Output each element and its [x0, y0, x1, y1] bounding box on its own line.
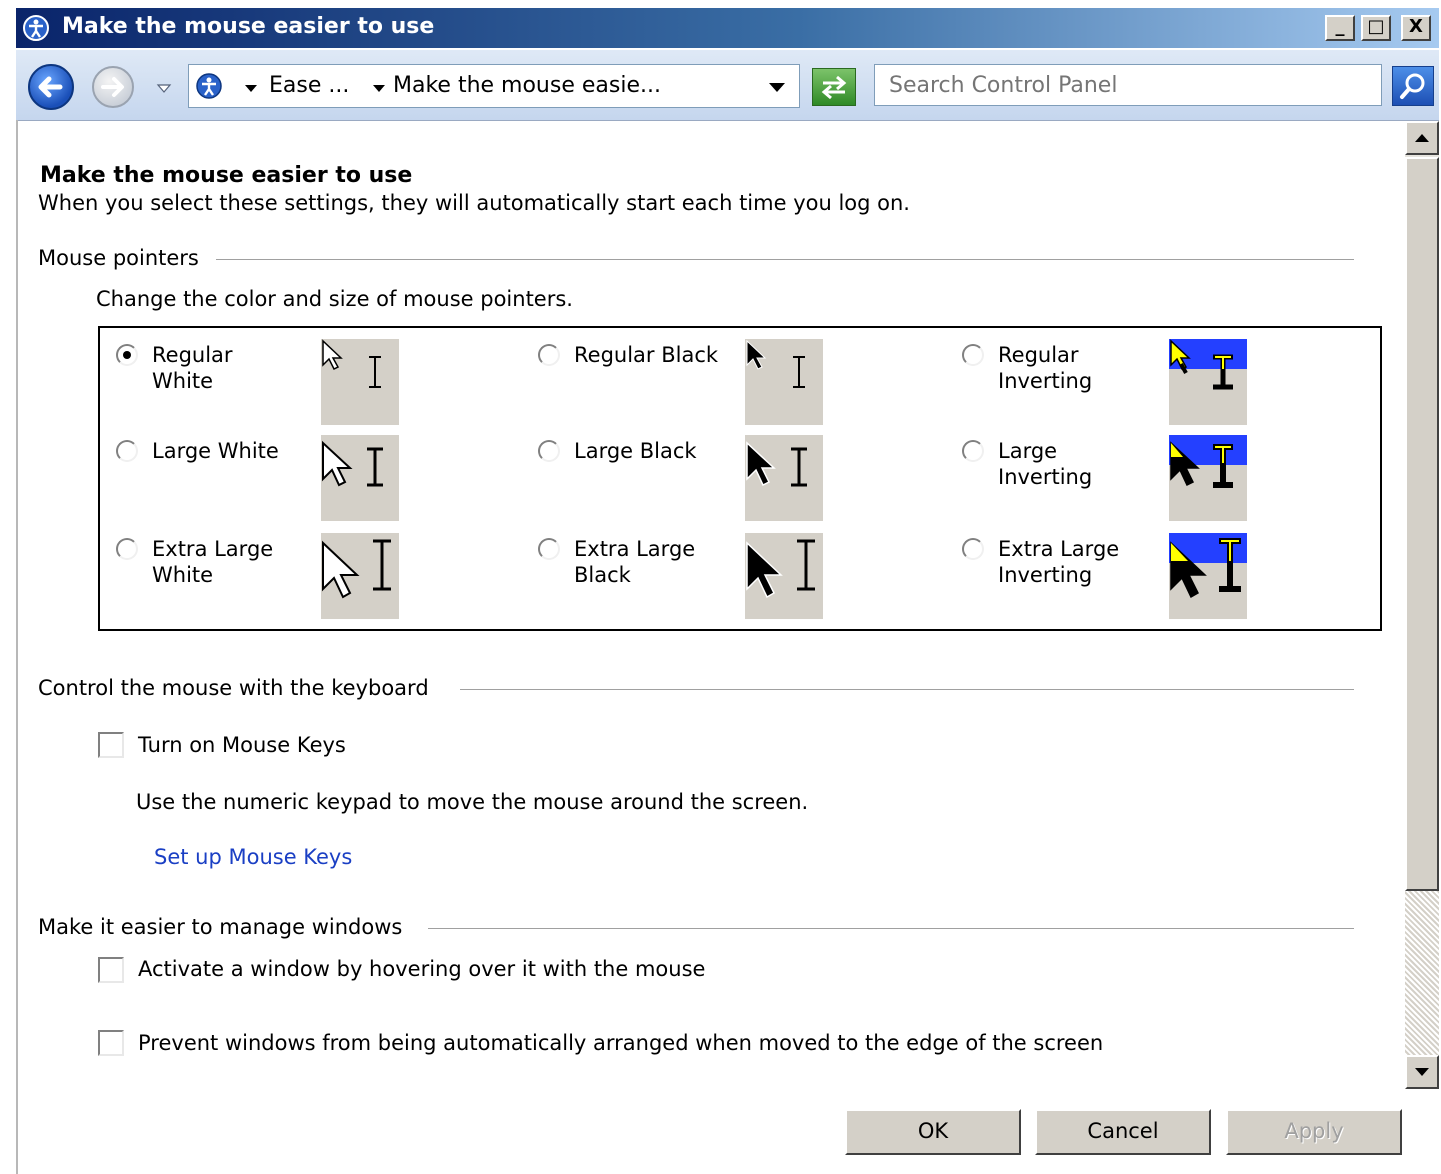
- inverting-pointer-icon: [1170, 441, 1233, 488]
- radio-extra-large-inverting[interactable]: [962, 538, 984, 560]
- option-label: Extra Large Black: [574, 537, 696, 587]
- back-arrow-icon: [38, 76, 63, 98]
- breadcrumb-separator-icon[interactable]: [245, 85, 257, 92]
- search-box[interactable]: [874, 64, 1382, 106]
- preview-regular-inverting: [1169, 339, 1247, 425]
- scroll-down-arrow-icon: [1415, 1068, 1429, 1076]
- radio-large-white[interactable]: [116, 440, 138, 462]
- ease-of-access-icon: [23, 15, 49, 41]
- refresh-button[interactable]: [812, 68, 856, 106]
- search-icon: [1400, 73, 1425, 99]
- prevent-arrange-label[interactable]: Prevent windows from being automatically…: [138, 1031, 1103, 1055]
- page-title: Make the mouse easier to use: [40, 163, 413, 188]
- breadcrumb-separator-icon[interactable]: [373, 85, 385, 92]
- option-label: Large White: [152, 439, 279, 463]
- preview-extra-large-inverting: [1169, 533, 1247, 619]
- inverting-pointer-icon: [1170, 339, 1233, 390]
- checkbox-mouse-keys[interactable]: [98, 732, 124, 758]
- preview-regular-white: [321, 339, 399, 425]
- navigation-bar: Ease ... Make the mouse easie...: [16, 50, 1439, 121]
- window-title: Make the mouse easier to use: [62, 14, 435, 39]
- radio-large-inverting[interactable]: [962, 440, 984, 462]
- search-input[interactable]: [875, 65, 1381, 105]
- option-label: Extra Large White: [152, 537, 274, 587]
- radio-extra-large-white[interactable]: [116, 538, 138, 560]
- refresh-icon: [821, 75, 847, 100]
- radio-extra-large-black[interactable]: [538, 538, 560, 560]
- preview-large-inverting: [1169, 435, 1247, 521]
- section-divider: [428, 928, 1354, 929]
- title-bar[interactable]: Make the mouse easier to use _ □ X: [16, 8, 1439, 48]
- preview-large-white: [321, 435, 399, 521]
- section-divider: [216, 259, 1354, 260]
- address-dropdown-icon[interactable]: [769, 83, 785, 92]
- option-label: Extra Large Inverting: [998, 537, 1120, 587]
- radio-large-black[interactable]: [538, 440, 560, 462]
- recent-pages-dropdown-icon[interactable]: [156, 80, 172, 96]
- preview-extra-large-white: [321, 533, 399, 619]
- forward-arrow-icon: [101, 77, 124, 97]
- section-heading-keyboard: Control the mouse with the keyboard: [38, 676, 429, 700]
- inverting-pointer-icon: [1170, 538, 1241, 599]
- vertical-scrollbar[interactable]: [1405, 121, 1439, 1089]
- white-pointer-icon: [322, 539, 391, 599]
- section-heading-mouse-pointers: Mouse pointers: [38, 246, 199, 270]
- option-label: Large Black: [574, 439, 697, 463]
- address-bar[interactable]: Ease ... Make the mouse easie...: [188, 64, 800, 108]
- mouse-keys-label[interactable]: Turn on Mouse Keys: [138, 733, 346, 757]
- setup-mouse-keys-link[interactable]: Set up Mouse Keys: [154, 845, 352, 869]
- back-button[interactable]: [28, 64, 74, 110]
- option-label: Large Inverting: [998, 439, 1093, 489]
- option-label: Regular Black: [574, 343, 719, 367]
- breadcrumb-current-page[interactable]: Make the mouse easie...: [393, 73, 661, 98]
- breadcrumb-ease-of-access[interactable]: Ease ...: [269, 73, 349, 98]
- mouse-pointers-description: Change the color and size of mouse point…: [96, 287, 573, 311]
- preview-extra-large-black: [745, 533, 823, 619]
- preview-large-black: [745, 435, 823, 521]
- black-pointer-icon: [746, 441, 807, 487]
- radio-regular-inverting[interactable]: [962, 344, 984, 366]
- scroll-track[interactable]: [1405, 891, 1439, 1055]
- cancel-button[interactable]: Cancel: [1035, 1109, 1211, 1155]
- checkbox-hover-activate[interactable]: [98, 957, 124, 983]
- white-pointer-icon: [322, 440, 383, 487]
- radio-regular-white[interactable]: [116, 344, 138, 366]
- apply-button[interactable]: Apply: [1226, 1109, 1402, 1155]
- preview-regular-black: [745, 339, 823, 425]
- scroll-thumb[interactable]: [1405, 157, 1439, 891]
- pointer-scheme-group: Regular White Regular Black Regular Inve…: [98, 326, 1382, 631]
- close-button[interactable]: X: [1401, 15, 1431, 41]
- search-button[interactable]: [1392, 66, 1434, 106]
- checkbox-prevent-arrange[interactable]: [98, 1030, 124, 1056]
- mouse-keys-description: Use the numeric keypad to move the mouse…: [136, 790, 809, 814]
- maximize-button[interactable]: □: [1361, 15, 1391, 41]
- option-label: Regular Inverting: [998, 343, 1093, 393]
- minimize-button[interactable]: _: [1325, 15, 1355, 41]
- option-label: Regular White: [152, 343, 233, 393]
- main-content: Make the mouse easier to use When you se…: [18, 121, 1403, 1091]
- hover-activate-label[interactable]: Activate a window by hovering over it wi…: [138, 957, 705, 981]
- scroll-up-button[interactable]: [1405, 121, 1439, 155]
- black-pointer-icon: [746, 339, 805, 388]
- black-pointer-icon: [746, 539, 815, 599]
- forward-button[interactable]: [92, 66, 134, 108]
- section-heading-windows: Make it easier to manage windows: [38, 915, 403, 939]
- page-subtitle: When you select these settings, they wil…: [38, 191, 910, 215]
- radio-regular-black[interactable]: [538, 344, 560, 366]
- ok-button[interactable]: OK: [845, 1109, 1021, 1155]
- control-panel-icon: [196, 73, 222, 99]
- scroll-up-arrow-icon: [1415, 134, 1429, 142]
- section-divider: [460, 689, 1354, 690]
- white-pointer-icon: [322, 339, 381, 388]
- scroll-down-button[interactable]: [1405, 1055, 1439, 1089]
